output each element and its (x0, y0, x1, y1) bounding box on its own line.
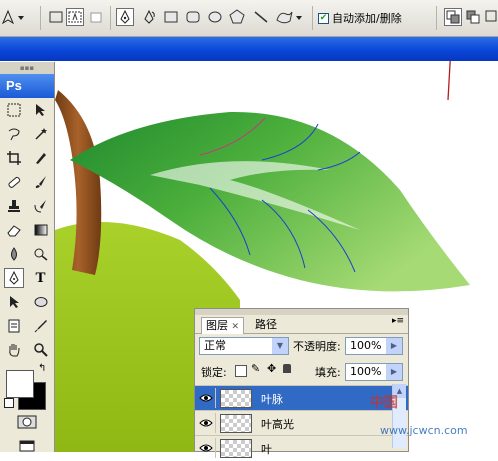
screen-mode-row (0, 436, 54, 456)
opacity-value: 100% (350, 339, 382, 352)
photoshop-logo[interactable]: Ps (0, 74, 54, 98)
layer-thumbnail (220, 414, 252, 433)
watermark-logo: 中国 (370, 395, 398, 411)
auto-add-delete-label: 自动添加/删除 (332, 12, 402, 25)
layer-thumbnail (220, 389, 252, 408)
chevron-right-icon[interactable]: ▶ (386, 338, 402, 354)
healing-brush-tool-icon[interactable] (4, 172, 24, 192)
lock-fill-row: 锁定: ✎ ✥ 填充: 100% ▶ (195, 359, 408, 385)
auto-add-delete-option[interactable]: ✔ 自动添加/删除 (318, 10, 402, 26)
foreground-color-swatch[interactable] (6, 370, 34, 398)
slice-tool-icon[interactable] (31, 148, 51, 168)
ellipse-tool-icon[interactable] (206, 8, 224, 26)
brush-tool-icon[interactable] (31, 172, 51, 192)
shape-layers-icon[interactable] (47, 8, 65, 26)
window-title-bar (0, 37, 498, 61)
path-selection-tool-icon[interactable] (4, 292, 24, 312)
marquee-tool-icon[interactable] (4, 100, 24, 120)
lock-pixels-icon[interactable]: ✎ (251, 362, 260, 375)
tab-paths[interactable]: 路径 (251, 317, 281, 333)
color-swatches: ↰ (0, 362, 54, 412)
visibility-eye-icon[interactable] (197, 438, 216, 458)
blend-mode-value: 正常 (204, 339, 226, 352)
dodge-tool-icon[interactable] (31, 244, 51, 264)
lock-transparency-icon[interactable] (235, 365, 247, 377)
text-tool-icon[interactable]: T (31, 268, 51, 288)
pen-tool-toolbox-icon[interactable] (3, 268, 24, 288)
opacity-field[interactable]: 100% ▶ (345, 337, 403, 355)
fill-value: 100% (350, 365, 382, 378)
move-tool-icon[interactable] (31, 100, 51, 120)
shape-ellipse-tool-icon[interactable] (31, 292, 51, 312)
eraser-tool-icon[interactable] (4, 220, 24, 240)
tab-layers[interactable]: 图层 ✕ (201, 317, 245, 334)
rounded-rectangle-tool-icon[interactable] (184, 8, 202, 26)
options-bar: ✔ 自动添加/删除 (0, 0, 498, 37)
toolbox-grip[interactable]: ▪▪▪ (0, 62, 54, 74)
visibility-eye-icon[interactable] (197, 388, 216, 408)
clone-stamp-tool-icon[interactable] (4, 196, 24, 216)
pen-tool-icon[interactable] (116, 8, 134, 26)
pen-tool-preset-icon[interactable] (0, 8, 26, 26)
quick-mask-icon[interactable] (15, 412, 39, 432)
zoom-tool-icon[interactable] (31, 340, 51, 360)
hand-tool-icon[interactable] (4, 340, 24, 360)
blend-opacity-row: 正常 ▼ 不透明度: 100% ▶ (195, 333, 408, 359)
lock-label: 锁定: (201, 366, 227, 379)
layer-row-leaf[interactable]: 叶 (195, 435, 408, 461)
chevron-right-icon[interactable]: ▶ (386, 364, 402, 380)
crop-tool-icon[interactable] (4, 148, 24, 168)
tab-layers-label: 图层 (206, 319, 228, 332)
notes-tool-icon[interactable] (4, 316, 24, 336)
blur-tool-icon[interactable] (4, 244, 24, 264)
layer-name: 叶 (261, 443, 272, 456)
layers-panel-tabs: 图层 ✕ 路径 ▸≡ (195, 315, 408, 334)
layer-row-leaf-highlight[interactable]: 叶高光 (195, 410, 408, 436)
blend-mode-select[interactable]: 正常 ▼ (199, 337, 289, 355)
toolbox-panel: ▪▪▪ Ps T ↰ (0, 62, 55, 452)
freeform-pen-icon[interactable] (140, 8, 158, 26)
rectangle-tool-icon[interactable] (162, 8, 180, 26)
line-tool-icon[interactable] (252, 8, 270, 26)
fill-field[interactable]: 100% ▶ (345, 363, 403, 381)
visibility-eye-icon[interactable] (197, 413, 216, 433)
lock-all-icon[interactable] (283, 364, 291, 373)
paths-mode-icon[interactable] (66, 8, 84, 26)
tab-paths-label: 路径 (255, 318, 277, 331)
custom-shape-tool-icon[interactable] (274, 8, 304, 26)
layer-name: 叶高光 (261, 418, 294, 431)
lasso-tool-icon[interactable] (4, 124, 24, 144)
close-tab-icon[interactable]: ✕ (232, 322, 240, 332)
magic-wand-tool-icon[interactable] (31, 124, 51, 144)
history-brush-tool-icon[interactable] (31, 196, 51, 216)
panel-menu-icon[interactable]: ▸≡ (392, 316, 404, 326)
subtract-path-area-icon[interactable] (464, 8, 482, 26)
screen-mode-icon[interactable] (17, 436, 37, 456)
add-to-path-area-icon[interactable] (444, 8, 462, 26)
fill-label: 填充: (315, 366, 341, 379)
polygon-tool-icon[interactable] (228, 8, 246, 26)
auto-add-delete-checkbox[interactable]: ✔ (318, 12, 329, 24)
opacity-label: 不透明度: (293, 340, 341, 353)
watermark-url: www.jcwcn.com (380, 424, 468, 437)
swap-colors-icon[interactable]: ↰ (38, 363, 46, 374)
fill-pixels-icon[interactable] (87, 8, 105, 26)
quick-mask-row (0, 412, 54, 432)
layer-name: 叶脉 (261, 393, 283, 406)
eyedropper-tool-icon[interactable] (31, 316, 51, 336)
lock-position-icon[interactable]: ✥ (267, 362, 276, 375)
layers-panel: 图层 ✕ 路径 ▸≡ 正常 ▼ 不透明度: 100% ▶ 锁定: ✎ ✥ 填充:… (194, 308, 409, 458)
gradient-tool-icon[interactable] (31, 220, 51, 240)
default-colors-icon[interactable] (4, 398, 14, 408)
text-tool-glyph: T (35, 269, 46, 286)
intersect-path-area-icon[interactable] (484, 8, 498, 26)
chevron-down-icon[interactable]: ▼ (272, 338, 288, 354)
layer-thumbnail (220, 439, 252, 458)
